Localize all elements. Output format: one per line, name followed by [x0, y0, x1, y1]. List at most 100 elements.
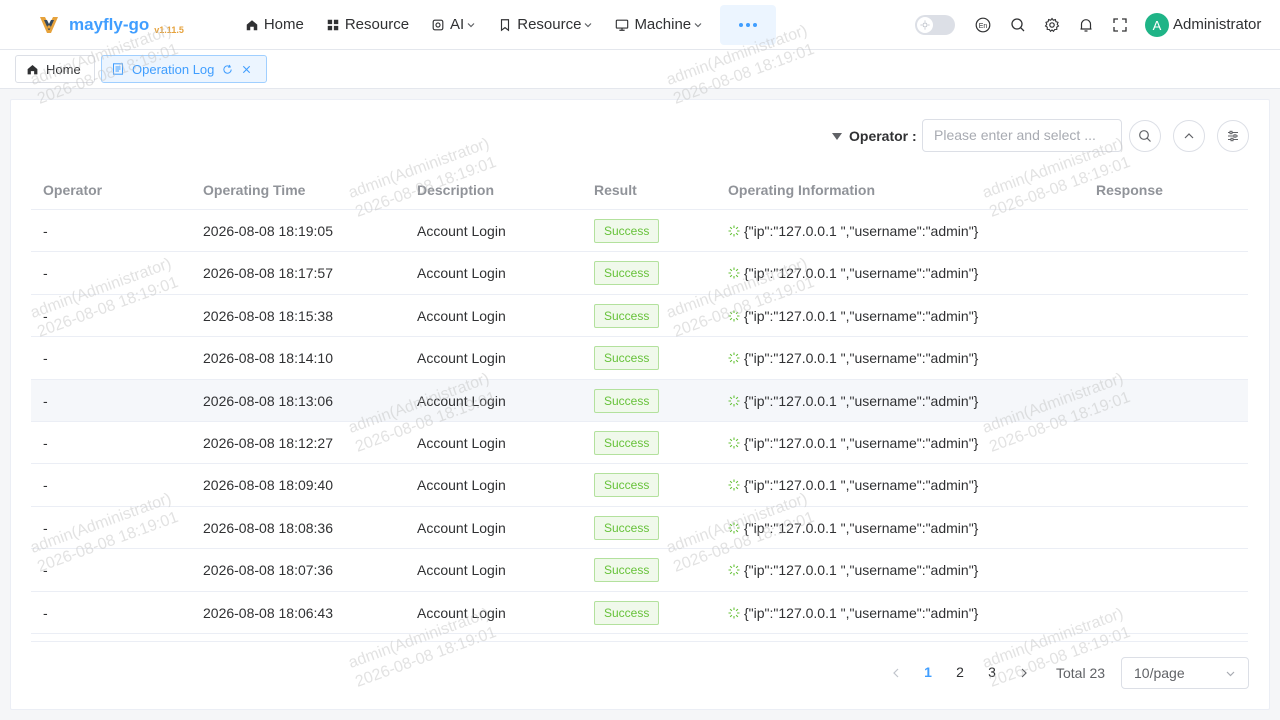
chevron-left-icon[interactable]: [889, 666, 903, 680]
cell-operating-time: 2026-08-08 18:17:57: [203, 265, 333, 282]
tags-view-bar: Home Operation Log: [0, 50, 1280, 89]
table-row[interactable]: - 2026-08-08 18:08:36 Account Login Succ…: [31, 507, 1248, 550]
page-size-select[interactable]: 10/page: [1121, 657, 1249, 689]
theme-toggle[interactable]: [915, 15, 955, 35]
table-row[interactable]: - 2026-08-08 18:12:27 Account Login Succ…: [31, 422, 1248, 465]
status-badge: Success: [594, 346, 660, 371]
loading-icon: [728, 564, 740, 576]
nav-item-ai[interactable]: AI: [420, 0, 487, 50]
caret-down-icon: [832, 132, 842, 140]
nav-item-resource[interactable]: Resource: [315, 0, 420, 50]
nav-item-resource-menu[interactable]: Resource: [487, 0, 604, 50]
tab-label: Operation Log: [132, 61, 215, 77]
user-name[interactable]: Administrator: [1173, 16, 1261, 33]
cell-operating-information[interactable]: {"ip":"127.0.0.1 ","username":"admin"}: [728, 350, 978, 366]
operating-information-text: {"ip":"127.0.0.1 ","username":"admin"}: [744, 350, 979, 367]
chevron-down-icon: [1226, 671, 1235, 677]
top-nav: Home Resource AI Resource Machine: [234, 0, 777, 50]
horizontal-scrollbar[interactable]: [31, 634, 1248, 642]
cell-description: Account Login: [417, 604, 506, 621]
chevron-down-icon: [467, 22, 475, 27]
refresh-icon[interactable]: [222, 64, 233, 75]
table-row[interactable]: - 2026-08-08 18:13:06 Account Login Succ…: [31, 379, 1248, 422]
page-number-1[interactable]: 1: [918, 664, 938, 680]
more-dots-icon[interactable]: [720, 4, 777, 45]
table-row[interactable]: - 2026-08-08 18:14:10 Account Login Succ…: [31, 337, 1248, 380]
cell-operating-information[interactable]: {"ip":"127.0.0.1 ","username":"admin"}: [728, 562, 978, 578]
column-header-result: Result: [594, 182, 637, 198]
operating-information-text: {"ip":"127.0.0.1 ","username":"admin"}: [744, 392, 979, 409]
table-row[interactable]: - 2026-08-08 18:06:43 Account Login Succ…: [31, 592, 1248, 634]
status-badge: Success: [594, 388, 660, 413]
operating-information-text: {"ip":"127.0.0.1 ","username":"admin"}: [744, 307, 979, 324]
loading-icon: [728, 267, 740, 279]
cell-description: Account Login: [417, 519, 506, 536]
gear-icon[interactable]: [1044, 17, 1060, 33]
cell-operating-information[interactable]: {"ip":"127.0.0.1 ","username":"admin"}: [728, 308, 978, 324]
fullscreen-icon[interactable]: [1112, 17, 1128, 33]
search-icon[interactable]: [1010, 17, 1026, 33]
operator-filter-toggle[interactable]: Operator :: [832, 128, 917, 144]
page-number-3[interactable]: 3: [982, 664, 1002, 680]
status-badge: Success: [594, 600, 660, 625]
nav-item-label: AI: [450, 16, 465, 33]
table-body: - 2026-08-08 18:19:05 Account Login Succ…: [31, 210, 1248, 634]
chevron-right-icon[interactable]: [1017, 666, 1031, 680]
pagination-total: Total 23: [1056, 665, 1106, 681]
search-button[interactable]: [1129, 120, 1161, 152]
operating-information-text: {"ip":"127.0.0.1 ","username":"admin"}: [744, 223, 979, 239]
tab-operation-log[interactable]: Operation Log: [101, 55, 267, 83]
cell-operator: -: [43, 562, 48, 579]
close-icon[interactable]: [241, 64, 252, 75]
chevron-up-icon: [1184, 133, 1194, 139]
app-version: v1.11.5: [154, 24, 184, 35]
app-logo[interactable]: mayfly-go v1.11.5: [38, 0, 184, 50]
cell-description: Account Login: [417, 350, 506, 367]
cell-operating-information[interactable]: {"ip":"127.0.0.1 ","username":"admin"}: [728, 605, 978, 621]
operator-filter-label: Operator :: [849, 128, 917, 144]
operating-information-text: {"ip":"127.0.0.1 ","username":"admin"}: [744, 519, 979, 536]
cell-description: Account Login: [417, 434, 506, 451]
cell-operating-information[interactable]: {"ip":"127.0.0.1 ","username":"admin"}: [728, 477, 978, 493]
tab-home[interactable]: Home: [15, 55, 95, 83]
cell-operating-time: 2026-08-08 18:06:43: [203, 604, 333, 621]
app-name: mayfly-go: [69, 14, 150, 34]
column-header-response: Response: [1096, 182, 1163, 198]
nav-item-label: Resource: [344, 16, 410, 33]
cell-operating-information[interactable]: {"ip":"127.0.0.1 ","username":"admin"}: [728, 223, 978, 239]
language-icon[interactable]: En: [975, 17, 991, 33]
cell-operating-time: 2026-08-08 18:12:27: [203, 434, 333, 451]
cell-description: Account Login: [417, 223, 506, 239]
nav-item-label: Home: [263, 16, 304, 33]
table-row[interactable]: - 2026-08-08 18:09:40 Account Login Succ…: [31, 464, 1248, 507]
cell-description: Account Login: [417, 392, 506, 409]
top-header: mayfly-go v1.11.5 Home Resource AI Resou…: [0, 0, 1280, 50]
loading-icon: [728, 395, 740, 407]
nav-item-machine[interactable]: Machine: [604, 0, 714, 50]
loading-icon: [728, 607, 740, 619]
status-badge: Success: [594, 558, 660, 583]
cell-operating-information[interactable]: {"ip":"127.0.0.1 ","username":"admin"}: [728, 435, 978, 451]
home-icon: [246, 19, 258, 30]
cell-description: Account Login: [417, 265, 506, 282]
loading-icon: [728, 225, 740, 237]
ai-icon: [432, 19, 444, 30]
column-settings-button[interactable]: [1217, 120, 1249, 152]
operating-information-text: {"ip":"127.0.0.1 ","username":"admin"}: [744, 477, 979, 494]
cell-operating-information[interactable]: {"ip":"127.0.0.1 ","username":"admin"}: [728, 265, 978, 281]
bell-icon[interactable]: [1078, 17, 1094, 33]
operating-information-text: {"ip":"127.0.0.1 ","username":"admin"}: [744, 265, 979, 282]
nav-item-home[interactable]: Home: [234, 0, 315, 50]
table-row[interactable]: - 2026-08-08 18:17:57 Account Login Succ…: [31, 252, 1248, 295]
table-row[interactable]: - 2026-08-08 18:07:36 Account Login Succ…: [31, 549, 1248, 592]
table-row[interactable]: - 2026-08-08 18:15:38 Account Login Succ…: [31, 295, 1248, 338]
table-row[interactable]: - 2026-08-08 18:19:05 Account Login Succ…: [31, 210, 1248, 253]
collapse-button[interactable]: [1173, 120, 1205, 152]
avatar[interactable]: A: [1145, 13, 1169, 37]
cell-operating-information[interactable]: {"ip":"127.0.0.1 ","username":"admin"}: [728, 393, 978, 409]
operator-select-input[interactable]: Please enter and select ...: [922, 119, 1122, 152]
cell-description: Account Login: [417, 562, 506, 579]
cell-operating-information[interactable]: {"ip":"127.0.0.1 ","username":"admin"}: [728, 520, 978, 536]
page-number-2[interactable]: 2: [950, 664, 970, 680]
sliders-icon: [1228, 130, 1238, 142]
